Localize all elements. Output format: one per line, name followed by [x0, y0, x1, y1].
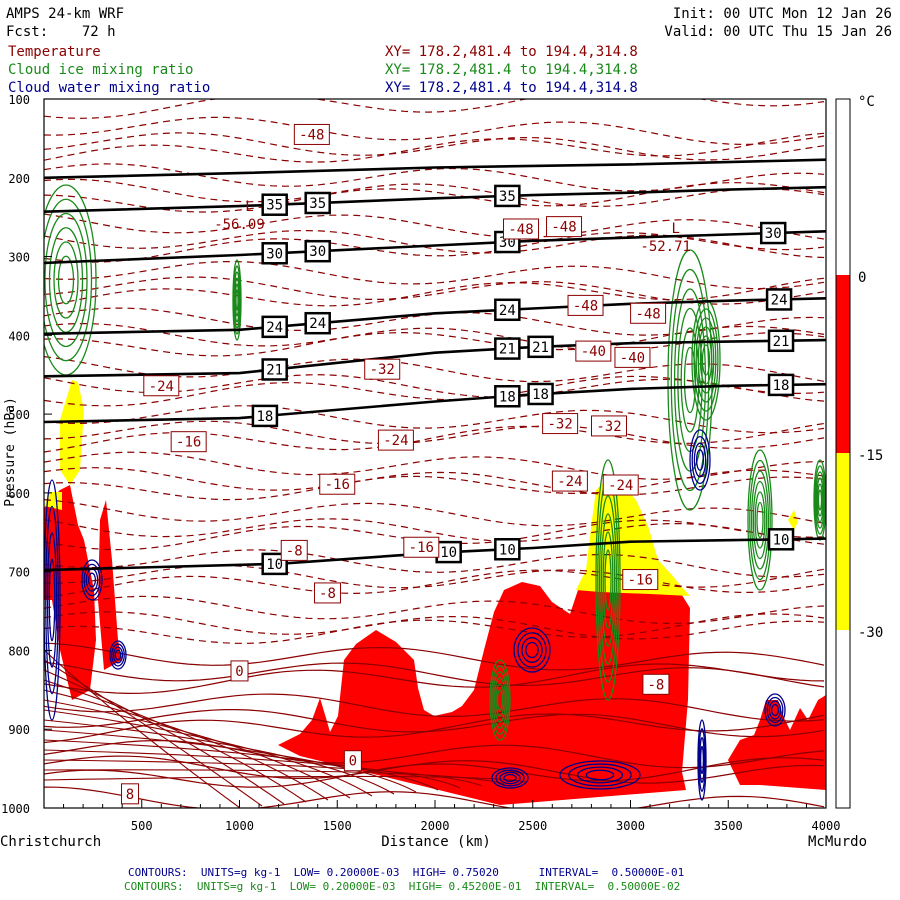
colorbar-red: [836, 275, 850, 453]
colorbar-unit: °C: [858, 94, 875, 110]
x-tick-label-0: 500: [131, 819, 153, 833]
temperature-label-7: -32: [370, 362, 395, 378]
theta-label-0-2: 10: [499, 542, 516, 558]
theta-label-4-1: 30: [309, 244, 326, 260]
theta-label-2-3: 21: [773, 334, 790, 350]
theta-label-3-3: 24: [771, 292, 788, 308]
temperature-label-12: -24: [557, 474, 582, 490]
temperature-label-0: -48: [299, 127, 324, 143]
temperature-label-23: 8: [126, 787, 134, 803]
temperature-label-14: -16: [176, 435, 201, 451]
y-tick-label-9: 1000: [1, 802, 30, 816]
x-tick-label-7: 4000: [812, 819, 841, 833]
minimum-marker-0: L: [245, 199, 253, 215]
colorbar-tick-1: -15: [858, 448, 883, 464]
x-end-label: McMurdo: [808, 834, 867, 850]
footer-contours-ice: CONTOURS: UNITS=g kg-1 LOW= 0.20000E-03 …: [124, 880, 681, 893]
theta-label-3-1: 24: [309, 316, 326, 332]
theta-label-2-0: 21: [266, 362, 283, 378]
temperature-label-10: -24: [149, 379, 174, 395]
colorbar-yellow: [836, 453, 850, 630]
temperature-label-13: -24: [608, 478, 633, 494]
x-tick-label-2: 1500: [323, 819, 352, 833]
temperature-label-6: -40: [620, 350, 645, 366]
theta-label-1-0: 18: [256, 409, 273, 425]
temperature-label-5: -40: [581, 344, 606, 360]
temperature-label-21: 0: [235, 664, 243, 680]
temperature-label-22: 0: [349, 754, 357, 770]
x-tick-label-5: 3000: [616, 819, 645, 833]
theta-label-0-1: 10: [440, 545, 457, 561]
temperature-label-17: -16: [628, 573, 653, 589]
theta-label-4-0: 30: [266, 246, 283, 262]
temperature-label-19: -8: [319, 586, 336, 602]
theta-label-4-3: 30: [765, 226, 782, 242]
theta-label-3-2: 24: [499, 303, 516, 319]
y-tick-label-1: 200: [8, 172, 30, 186]
temperature-label-18: -8: [286, 543, 303, 559]
temperature-label-15: -16: [325, 477, 350, 493]
minimum-value-0: -56.09: [214, 217, 265, 233]
colorbar-tick-2: -30: [858, 625, 883, 641]
x-tick-label-1: 1000: [225, 819, 254, 833]
y-tick-label-2: 300: [8, 251, 30, 265]
theta-label-1-1: 18: [499, 389, 516, 405]
y-tick-label-3: 400: [8, 329, 30, 343]
theta-label-5-2: 35: [499, 189, 516, 205]
colorbar-white-top: [836, 99, 850, 275]
temperature-label-1: -48: [508, 222, 533, 238]
temperature-label-16: -16: [409, 540, 434, 556]
theta-label-1-3: 18: [773, 378, 790, 394]
x-tick-label-6: 3500: [714, 819, 743, 833]
theta-label-5-1: 35: [309, 196, 326, 212]
theta-label-0-0: 10: [266, 557, 283, 573]
temperature-label-9: -32: [596, 419, 621, 435]
x-tick-label-3: 2000: [421, 819, 450, 833]
temperature-label-4: -48: [635, 306, 660, 322]
x-tick-label-4: 2500: [518, 819, 547, 833]
colorbar-white-bottom: [836, 630, 850, 808]
y-tick-label-0: 100: [8, 93, 30, 107]
theta-label-2-2: 21: [532, 340, 549, 356]
temperature-label-20: -8: [647, 677, 664, 693]
temperature-label-8: -32: [547, 417, 572, 433]
cross-section-plot: 10 10 10 10 18 18 18 18 21 21 21 21 24 24 24 24 30 30 30 30…: [0, 93, 883, 850]
theta-label-3-0: 24: [266, 320, 283, 336]
temperature-label-3: -48: [573, 298, 598, 314]
minimum-marker-1: L: [671, 221, 679, 237]
theta-label-1-2: 18: [532, 387, 549, 403]
footer-contours-water: CONTOURS: UNITS=g kg-1 LOW= 0.20000E-03 …: [128, 866, 685, 879]
minimum-value-1: -52.71: [640, 239, 691, 255]
theta-label-0-3: 10: [773, 532, 790, 548]
theta-label-5-0: 35: [266, 198, 283, 214]
temperature-label-11: -24: [383, 433, 408, 449]
temperature-label-2: -48: [551, 220, 576, 236]
x-axis-label: Distance (km): [381, 834, 491, 850]
y-tick-label-8: 900: [8, 723, 30, 737]
x-start-label: Christchurch: [0, 834, 101, 850]
colorbar-tick-0: 0: [858, 270, 866, 286]
theta-label-2-1: 21: [499, 342, 516, 358]
y-axis-label: Pressure (hPa): [3, 397, 18, 507]
colorbar: °C 0 -15 -30: [835, 94, 883, 809]
y-tick-label-6: 700: [8, 566, 30, 580]
y-tick-label-7: 800: [8, 644, 30, 658]
